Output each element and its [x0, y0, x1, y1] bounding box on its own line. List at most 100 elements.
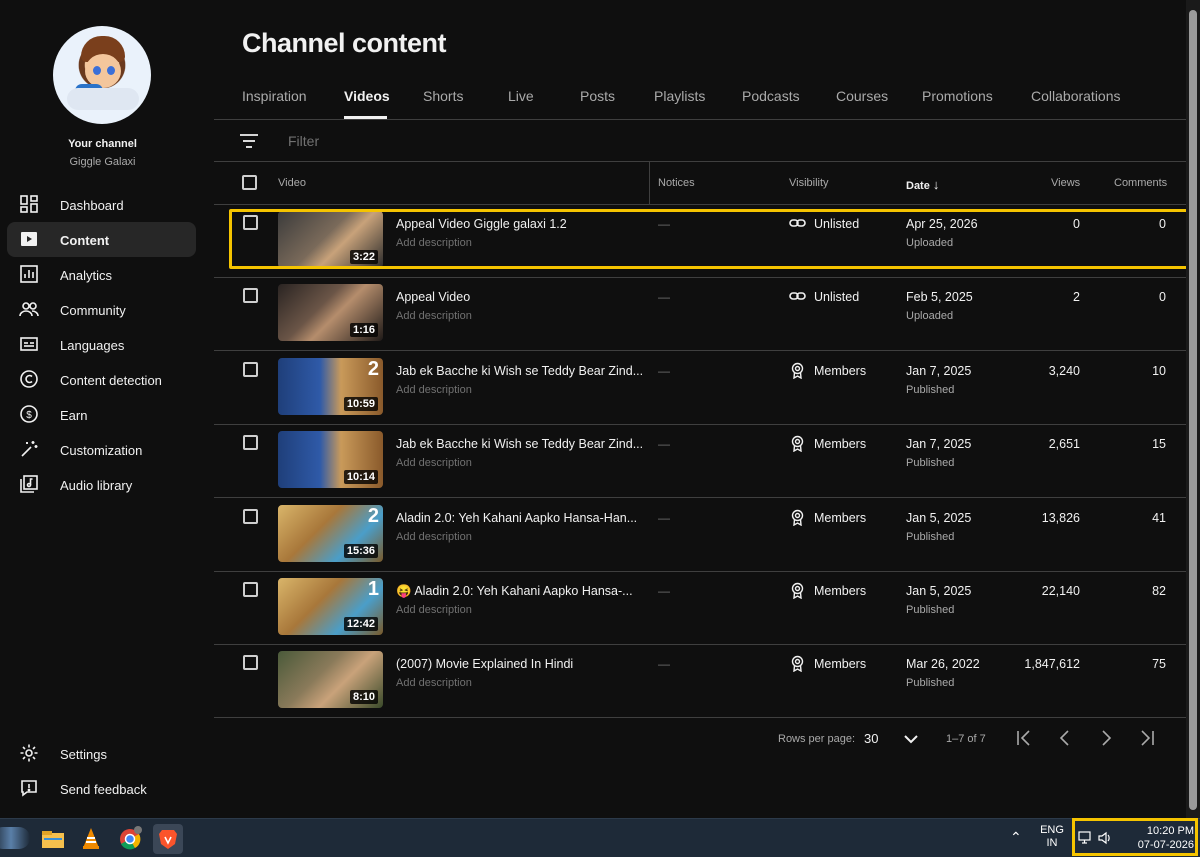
page-range: 1–7 of 7 — [946, 733, 986, 745]
video-title[interactable]: 😝 Aladin 2.0: Yeh Kahani Aapko Hansa-... — [396, 584, 633, 599]
sidebar-item-content[interactable]: Content — [7, 222, 196, 257]
video-description[interactable]: Add description — [396, 384, 472, 396]
video-title[interactable]: Aladin 2.0: Yeh Kahani Aapko Hansa-Han..… — [396, 511, 637, 525]
video-title[interactable]: Jab ek Bacche ki Wish se Teddy Bear Zind… — [396, 437, 643, 451]
sidebar-item-customization[interactable]: Customization — [7, 432, 196, 467]
video-notices: — — [658, 584, 670, 598]
video-description[interactable]: Add description — [396, 457, 472, 469]
tray-highlight-box — [1072, 818, 1198, 856]
tab-live[interactable]: Live — [508, 88, 534, 104]
select-all-checkbox[interactable] — [242, 175, 257, 190]
video-description[interactable]: Add description — [396, 531, 472, 543]
table-row[interactable]: 8:10 (2007) Movie Explained In Hindi Add d… — [214, 645, 1186, 719]
video-thumbnail[interactable]: 1 12:42 — [278, 578, 383, 635]
video-date: Feb 5, 2025 — [906, 290, 973, 305]
video-title[interactable]: (2007) Movie Explained In Hindi — [396, 657, 573, 671]
vlc-icon[interactable] — [76, 824, 106, 854]
row-checkbox[interactable] — [243, 361, 258, 377]
video-comments: 41 — [1152, 510, 1166, 525]
video-description[interactable]: Add description — [396, 604, 472, 616]
video-status: Published — [906, 383, 955, 396]
sidebar-item-label: Settings — [60, 747, 107, 762]
video-thumbnail[interactable]: 10:14 — [278, 431, 383, 489]
video-thumbnail[interactable]: 1:16 — [278, 284, 383, 342]
video-notices: — — [658, 657, 670, 672]
sidebar-item-label: Content detection — [60, 373, 162, 388]
tab-videos[interactable]: Videos — [344, 88, 390, 104]
video-duration: 12:42 — [343, 617, 378, 631]
sidebar-item-earn[interactable]: $ Earn — [7, 397, 196, 432]
table-row[interactable]: 1 12:42 😝 Aladin 2.0: Yeh Kahani Aapko Han… — [214, 572, 1186, 645]
start-button[interactable] — [0, 827, 30, 849]
video-visibility[interactable]: Members — [814, 657, 866, 671]
last-page-icon[interactable] — [1139, 730, 1155, 746]
channel-avatar[interactable] — [53, 26, 151, 124]
next-page-icon[interactable] — [1098, 730, 1114, 746]
tab-courses[interactable]: Courses — [836, 88, 888, 104]
sidebar-item-send-feedback[interactable]: Send feedback — [7, 771, 196, 806]
sidebar-item-settings[interactable]: Settings — [7, 736, 196, 771]
scrollbar[interactable] — [1186, 0, 1200, 818]
sidebar-item-dashboard[interactable]: Dashboard — [7, 187, 196, 222]
analytics-icon — [20, 265, 38, 283]
sidebar-item-label: Languages — [60, 338, 125, 353]
brave-browser-icon[interactable] — [153, 824, 183, 854]
tab-podcasts[interactable]: Podcasts — [742, 88, 800, 104]
show-hidden-icons-icon[interactable]: ⌃ — [1010, 829, 1022, 846]
file-explorer-icon[interactable] — [38, 824, 68, 854]
table-row[interactable]: 1:16 Appeal Video Add description — Unlisted… — [214, 278, 1186, 352]
pagination: Rows per page: 30 1–7 of 7 — [214, 725, 1186, 755]
language-indicator[interactable]: ENG IN — [1038, 824, 1066, 850]
members-badge-icon — [791, 509, 804, 526]
row-checkbox[interactable] — [243, 288, 258, 304]
chevron-down-icon[interactable] — [904, 734, 918, 744]
column-header-date[interactable]: Date ↓ — [906, 177, 939, 192]
row-checkbox[interactable] — [243, 655, 258, 671]
column-header-visibility[interactable]: Visibility — [789, 177, 829, 189]
table-row[interactable]: 2 15:36 Aladin 2.0: Yeh Kahani Aapko Hansa… — [214, 499, 1186, 572]
row-checkbox[interactable] — [243, 508, 258, 524]
feedback-icon — [21, 780, 37, 797]
sidebar-item-community[interactable]: Community — [7, 292, 196, 327]
table-row[interactable]: 10:14 Jab ek Bacche ki Wish se Teddy Bear… — [214, 425, 1186, 499]
video-title[interactable]: Jab ek Bacche ki Wish se Teddy Bear Zind… — [396, 364, 643, 378]
video-description[interactable]: Add description — [396, 310, 472, 322]
video-visibility[interactable]: Unlisted — [814, 290, 859, 304]
column-header-date-label: Date — [906, 180, 930, 192]
tab-posts[interactable]: Posts — [580, 88, 615, 104]
tab-playlists[interactable]: Playlists — [654, 88, 705, 104]
video-visibility[interactable]: Members — [814, 584, 866, 598]
video-duration: 10:14 — [343, 470, 378, 485]
sidebar-item-languages[interactable]: Languages — [7, 327, 196, 362]
dollar-icon: $ — [20, 405, 38, 423]
scrollbar-thumb[interactable] — [1189, 10, 1197, 810]
filter-icon[interactable] — [240, 134, 258, 148]
video-thumbnail[interactable]: 2 10:59 — [278, 357, 383, 415]
row-checkbox[interactable] — [243, 582, 258, 597]
first-page-icon[interactable] — [1016, 730, 1032, 746]
previous-page-icon[interactable] — [1057, 730, 1073, 746]
sidebar-item-content-detection[interactable]: Content detection — [7, 362, 196, 397]
tab-collaborations[interactable]: Collaborations — [1031, 88, 1121, 104]
tab-promotions[interactable]: Promotions — [922, 88, 993, 104]
video-visibility[interactable]: Members — [814, 437, 866, 451]
filter-input[interactable]: Filter — [288, 133, 319, 149]
row-checkbox[interactable] — [243, 435, 258, 451]
video-visibility[interactable]: Members — [814, 364, 866, 378]
sidebar: Your channel Giggle Galaxi Dashboard Con… — [0, 0, 205, 818]
tab-shorts[interactable]: Shorts — [423, 88, 463, 104]
table-row[interactable]: 2 10:59 Jab ek Bacche ki Wish se Teddy Bea… — [214, 352, 1186, 425]
video-thumbnail[interactable]: 2 15:36 — [278, 504, 383, 562]
sidebar-item-analytics[interactable]: Analytics — [7, 257, 196, 292]
video-description[interactable]: Add description — [396, 677, 472, 689]
video-title[interactable]: Appeal Video — [396, 290, 470, 304]
sidebar-item-audio-library[interactable]: Audio library — [7, 467, 196, 502]
video-visibility[interactable]: Members — [814, 511, 866, 525]
column-header-views[interactable]: Views — [1051, 177, 1080, 189]
video-thumbnail[interactable]: 8:10 — [278, 651, 383, 709]
chrome-icon[interactable] — [115, 824, 145, 854]
video-date: Jan 5, 2025 — [906, 584, 972, 598]
rows-per-page-select[interactable]: 30 — [864, 731, 878, 746]
column-header-comments[interactable]: Comments — [1114, 177, 1167, 189]
tab-inspiration[interactable]: Inspiration — [242, 88, 307, 104]
